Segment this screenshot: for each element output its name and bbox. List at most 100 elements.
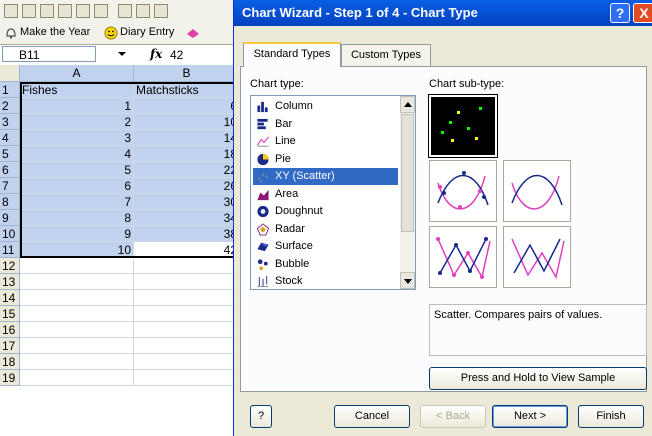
cell[interactable] xyxy=(134,338,240,354)
name-box-dropdown-icon[interactable] xyxy=(118,52,126,56)
toolbar-icon[interactable] xyxy=(4,4,18,18)
cell[interactable] xyxy=(20,258,134,274)
title-bar[interactable]: Chart Wizard - Step 1 of 4 - Chart Type … xyxy=(234,0,652,26)
cell[interactable]: 6 xyxy=(134,98,240,114)
name-box[interactable]: B11 xyxy=(2,46,96,62)
back-button[interactable]: < Back xyxy=(420,405,486,428)
cell[interactable] xyxy=(134,306,240,322)
cell[interactable]: 10 xyxy=(134,114,240,130)
row-header[interactable]: 6 xyxy=(0,162,20,178)
row-header[interactable]: 17 xyxy=(0,338,20,354)
cell[interactable]: 4 xyxy=(20,146,134,162)
cell[interactable]: 14 xyxy=(134,130,240,146)
select-all-corner[interactable] xyxy=(0,65,20,82)
row-header[interactable]: 2 xyxy=(0,98,20,114)
spreadsheet-grid[interactable]: A B 1FishesMatchsticks216321043145418652… xyxy=(0,65,240,436)
cell[interactable]: 18 xyxy=(134,146,240,162)
cell[interactable]: 22 xyxy=(134,162,240,178)
cell[interactable] xyxy=(20,354,134,370)
cell[interactable]: 30 xyxy=(134,194,240,210)
scroll-up-button[interactable] xyxy=(400,96,415,113)
cell[interactable] xyxy=(134,274,240,290)
toolbar-icon[interactable] xyxy=(118,4,132,18)
toolbar-icon[interactable] xyxy=(154,4,168,18)
subtype-smoothed-markers[interactable] xyxy=(429,160,497,222)
formula-value[interactable]: 42 xyxy=(170,48,183,62)
list-scrollbar[interactable] xyxy=(400,96,415,289)
chart-type-doughnut[interactable]: Doughnut xyxy=(253,203,398,220)
cell[interactable]: 26 xyxy=(134,178,240,194)
column-header-b[interactable]: B xyxy=(134,65,240,82)
subtype-smoothed-lines[interactable] xyxy=(503,160,571,222)
chart-type-area[interactable]: Area xyxy=(253,186,398,203)
row-header[interactable]: 7 xyxy=(0,178,20,194)
row-header[interactable]: 16 xyxy=(0,322,20,338)
chart-type-xy-scatter[interactable]: XY (Scatter) xyxy=(253,168,398,185)
row-header[interactable]: 19 xyxy=(0,370,20,386)
cell[interactable]: 2 xyxy=(20,114,134,130)
cell[interactable] xyxy=(20,306,134,322)
row-header[interactable]: 3 xyxy=(0,114,20,130)
fx-icon[interactable]: fx xyxy=(150,47,162,61)
chart-type-bar[interactable]: Bar xyxy=(253,116,398,133)
subtype-scatter-markers[interactable] xyxy=(428,94,498,158)
tab-standard-types[interactable]: Standard Types xyxy=(243,42,341,67)
cell[interactable] xyxy=(20,290,134,306)
subtype-lines-markers[interactable] xyxy=(429,226,497,288)
cell[interactable]: 3 xyxy=(20,130,134,146)
row-header[interactable]: 10 xyxy=(0,226,20,242)
toolbar-icon[interactable] xyxy=(40,4,54,18)
cell[interactable] xyxy=(20,338,134,354)
subtype-lines[interactable] xyxy=(503,226,571,288)
finish-button[interactable]: Finish xyxy=(578,405,644,428)
cell[interactable]: 1 xyxy=(20,98,134,114)
cell[interactable]: Fishes xyxy=(20,82,134,98)
chart-type-list[interactable]: Column Bar Line Pie XY (Scatter) Area Doughnut… xyxy=(250,95,416,290)
cell[interactable] xyxy=(134,258,240,274)
row-header[interactable]: 8 xyxy=(0,194,20,210)
row-header[interactable]: 9 xyxy=(0,210,20,226)
row-header[interactable]: 14 xyxy=(0,290,20,306)
cancel-button[interactable]: Cancel xyxy=(334,405,410,428)
scroll-down-button[interactable] xyxy=(400,272,415,289)
cell[interactable]: 10 xyxy=(20,242,134,258)
cell[interactable]: 7 xyxy=(20,194,134,210)
row-header[interactable]: 4 xyxy=(0,130,20,146)
cell[interactable]: 38 xyxy=(134,226,240,242)
row-header[interactable]: 12 xyxy=(0,258,20,274)
chart-type-radar[interactable]: Radar xyxy=(253,221,398,238)
close-button[interactable]: X xyxy=(633,3,652,23)
cell[interactable] xyxy=(20,274,134,290)
view-sample-button[interactable]: Press and Hold to View Sample xyxy=(429,367,647,390)
help-button[interactable]: ? xyxy=(250,405,272,428)
chart-type-pie[interactable]: Pie xyxy=(253,151,398,168)
cell[interactable]: 6 xyxy=(20,178,134,194)
toolbar-icon[interactable] xyxy=(136,4,150,18)
toolbar-icon[interactable] xyxy=(76,4,90,18)
row-header[interactable]: 18 xyxy=(0,354,20,370)
cell[interactable]: 5 xyxy=(20,162,134,178)
toolbar-icon[interactable] xyxy=(22,4,36,18)
chart-type-surface[interactable]: Surface xyxy=(253,238,398,255)
cell[interactable] xyxy=(134,370,240,386)
cell[interactable]: 9 xyxy=(20,226,134,242)
cell[interactable] xyxy=(134,354,240,370)
cell[interactable] xyxy=(20,370,134,386)
cell[interactable]: Matchsticks xyxy=(134,82,240,98)
cell[interactable]: 34 xyxy=(134,210,240,226)
toolbar-icon[interactable] xyxy=(58,4,72,18)
chart-type-stock[interactable]: Stock xyxy=(253,273,398,290)
cell[interactable]: 42 xyxy=(134,242,240,258)
cell[interactable] xyxy=(20,322,134,338)
tab-custom-types[interactable]: Custom Types xyxy=(341,44,431,66)
cell[interactable] xyxy=(134,322,240,338)
chart-type-line[interactable]: Line xyxy=(253,133,398,150)
row-header[interactable]: 11 xyxy=(0,242,20,258)
row-header[interactable]: 1 xyxy=(0,82,20,98)
scroll-thumb[interactable] xyxy=(401,114,414,232)
toolbar-icon[interactable] xyxy=(94,4,108,18)
cell[interactable]: 8 xyxy=(20,210,134,226)
make-the-year-button[interactable]: Make the Year xyxy=(20,26,90,38)
cell[interactable] xyxy=(134,290,240,306)
chart-type-bubble[interactable]: Bubble xyxy=(253,256,398,273)
